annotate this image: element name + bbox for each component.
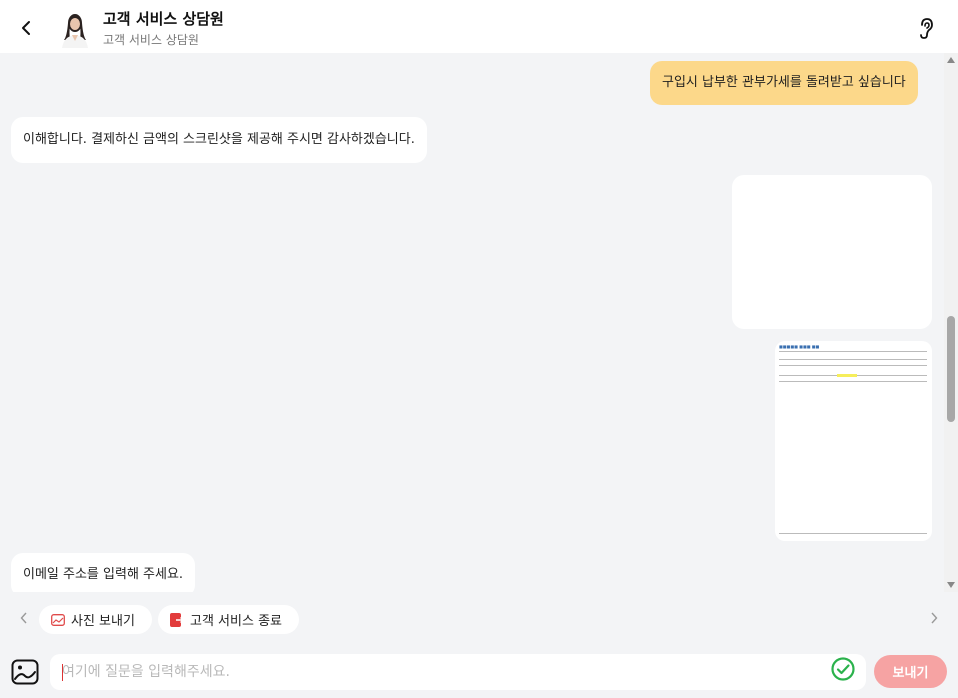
quick-actions-bar: 사진 보내기 고객 서비스 종료 xyxy=(0,598,958,642)
quick-actions-prev[interactable] xyxy=(16,610,32,626)
exit-icon xyxy=(170,612,184,627)
send-button[interactable]: 보내기 xyxy=(874,655,947,688)
attach-image-button[interactable] xyxy=(11,659,39,685)
end-service-label: 고객 서비스 종료 xyxy=(190,614,282,629)
agent-name: 고객 서비스 상담원 xyxy=(103,10,224,28)
message-list[interactable]: 구입시 납부한 관부가세를 돌려받고 싶습니다 이해합니다. 결제하신 금액의 … xyxy=(0,53,944,592)
send-photo-label: 사진 보내기 xyxy=(71,614,135,629)
chevron-right-icon xyxy=(931,612,938,624)
chevron-left-icon xyxy=(20,612,27,624)
agent-message: 이해합니다. 결제하신 금액의 스크린샷을 제공해 주시면 감사하겠습니다. xyxy=(11,117,427,163)
chat-scrollbar[interactable] xyxy=(944,53,958,592)
message-input-container[interactable] xyxy=(50,654,866,690)
scroll-down-arrow-icon[interactable] xyxy=(947,582,955,588)
agent-subtitle: 고객 서비스 상담원 xyxy=(103,33,199,47)
image-icon xyxy=(11,659,39,685)
sent-document-image[interactable]: ■■■■■ ■■■ ■■ xyxy=(775,341,932,541)
scroll-thumb[interactable] xyxy=(947,316,955,422)
image-icon xyxy=(51,613,65,627)
agent-message: 이메일 주소를 입력해 주세요. xyxy=(11,553,196,592)
message-input-bar: 보내기 xyxy=(0,648,958,698)
check-circle-icon xyxy=(831,657,855,681)
document-preview-title: ■■■■■ ■■■ ■■ xyxy=(779,344,820,349)
ear-icon xyxy=(920,18,933,39)
send-photo-chip[interactable]: 사진 보내기 xyxy=(39,605,152,634)
text-caret xyxy=(62,664,63,681)
ear-button[interactable] xyxy=(914,15,938,41)
message-input[interactable] xyxy=(50,654,810,690)
sent-image[interactable] xyxy=(732,175,932,329)
user-message: 구입시 납부한 관부가세를 돌려받고 싶습니다 xyxy=(650,61,918,105)
scroll-up-arrow-icon[interactable] xyxy=(947,57,955,63)
back-button[interactable] xyxy=(14,16,38,40)
quick-actions-next[interactable] xyxy=(926,610,942,626)
agent-avatar xyxy=(58,10,92,48)
chevron-left-icon xyxy=(22,21,30,35)
chat-header: 고객 서비스 상담원 고객 서비스 상담원 xyxy=(0,0,958,53)
end-service-chip[interactable]: 고객 서비스 종료 xyxy=(158,605,299,634)
